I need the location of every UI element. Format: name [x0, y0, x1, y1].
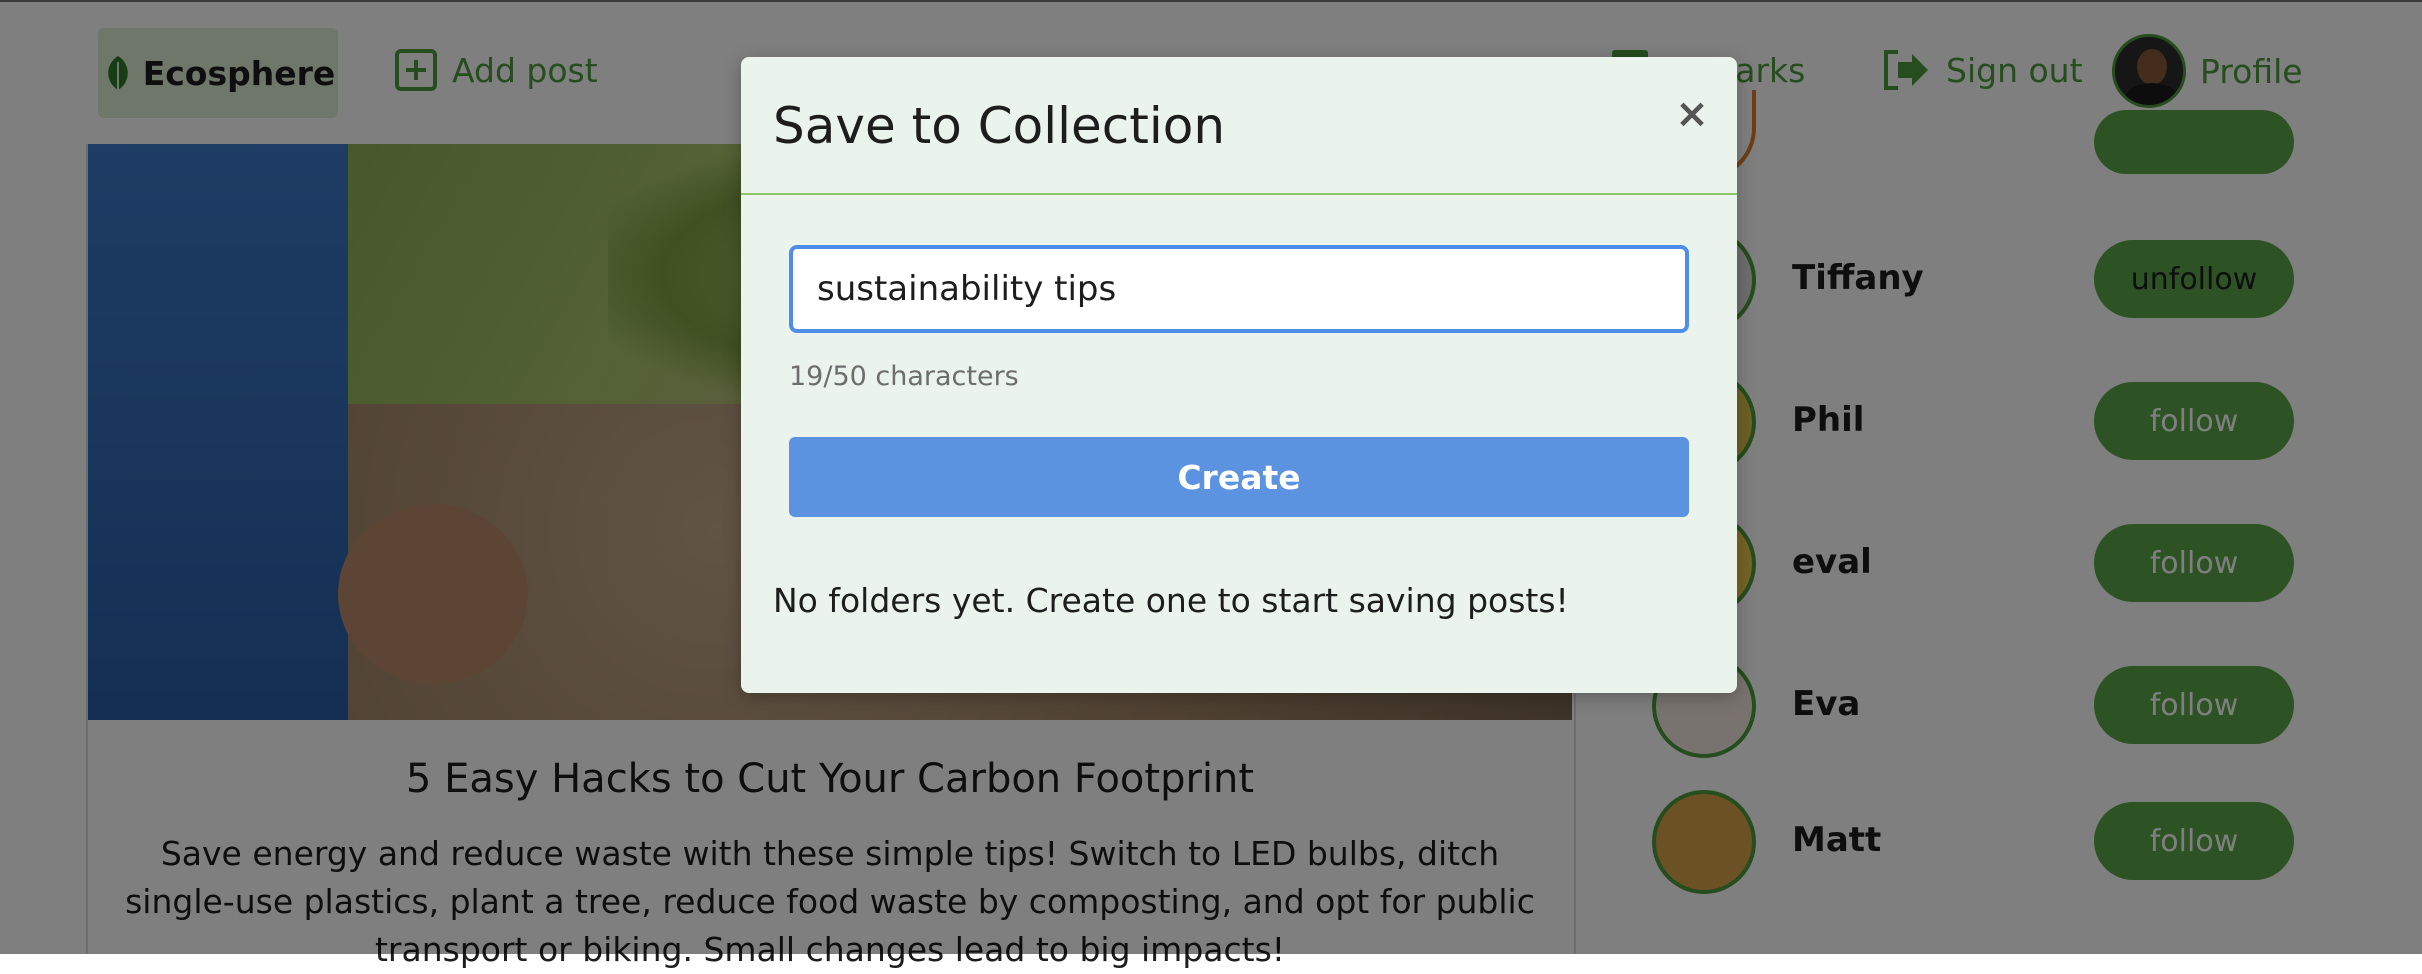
empty-folders-message: No folders yet. Create one to start savi… [773, 581, 1569, 620]
modal-title: Save to Collection [773, 97, 1226, 155]
create-button[interactable]: Create [789, 437, 1689, 517]
character-counter: 19/50 characters [789, 361, 1019, 392]
close-icon[interactable]: × [1669, 91, 1715, 137]
save-to-collection-modal: Save to Collection × 19/50 characters Cr… [741, 57, 1737, 693]
modal-header: Save to Collection × [741, 57, 1737, 195]
collection-name-input[interactable] [789, 245, 1689, 333]
